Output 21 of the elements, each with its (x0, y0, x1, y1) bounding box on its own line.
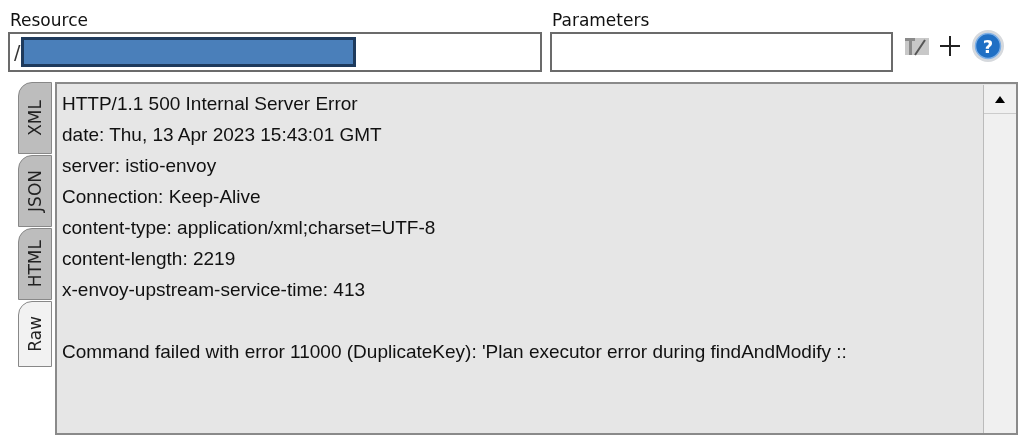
tab[interactable]: HTML (18, 228, 52, 300)
tab[interactable]: XML (18, 82, 52, 154)
tab[interactable]: Raw (18, 301, 52, 367)
response-line: Command failed with error 11000 (DuplicateKey): 'Plan executor error during findAndModify :: (62, 340, 848, 364)
scrollbar[interactable] (983, 85, 1016, 433)
response-line: content-type: application/xml;charset=UTF-8 (62, 216, 437, 240)
response-line: x-envoy-upstream-service-time: 413 (62, 278, 367, 302)
tab[interactable]: JSON (18, 155, 52, 227)
response-line: server: istio-envoy (62, 154, 218, 178)
field-label: Resource (9, 9, 89, 32)
help-icon[interactable]: ? (971, 29, 1005, 63)
response-line: content-length: 2219 (62, 247, 237, 271)
add-icon[interactable] (939, 35, 961, 57)
response-line: date: Thu, 13 Apr 2023 15:43:01 GMT (62, 123, 383, 147)
resource-field[interactable]: / (8, 32, 542, 72)
up-arrow-icon (995, 95, 1005, 103)
parameters-field[interactable] (550, 32, 893, 72)
field-label: Parameters (551, 9, 651, 32)
response-line: Connection: Keep-Alive (62, 185, 262, 209)
response-line: HTTP/1.1 500 Internal Server Error (62, 92, 359, 116)
edit-icon[interactable] (905, 35, 929, 57)
